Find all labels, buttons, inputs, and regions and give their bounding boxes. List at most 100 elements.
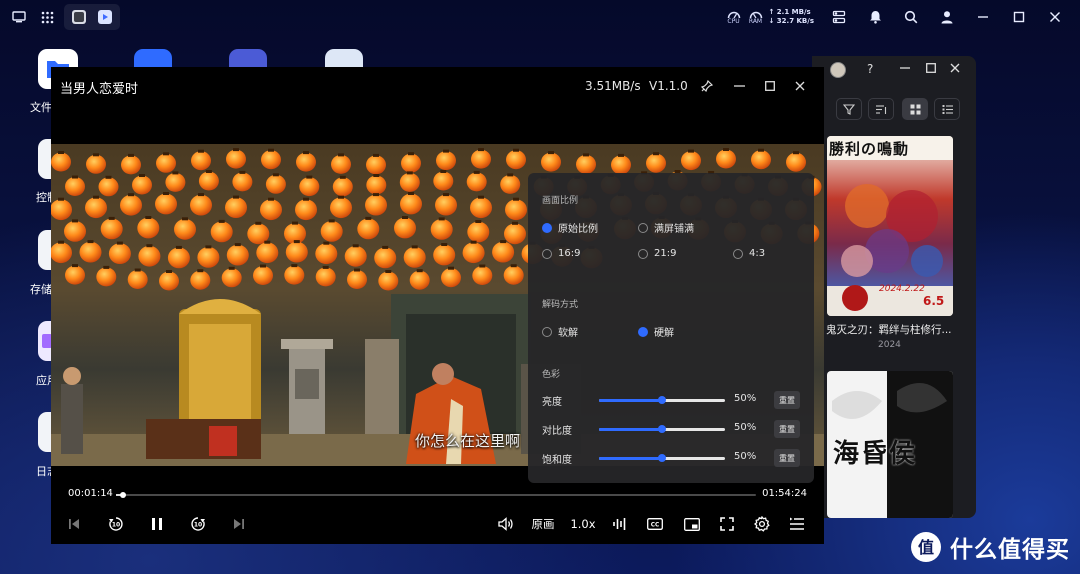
contrast-slider[interactable] bbox=[599, 425, 725, 433]
lantern-cap bbox=[618, 153, 624, 157]
lantern bbox=[121, 155, 141, 175]
aspect-option-4-3[interactable]: 4:3 bbox=[733, 248, 765, 259]
current-time: 00:01:14 bbox=[68, 488, 113, 499]
lantern-cap bbox=[291, 264, 298, 268]
decode-option-hardware[interactable]: 硬解 bbox=[638, 324, 674, 339]
server-status-icon[interactable] bbox=[828, 6, 850, 28]
radio-unselected bbox=[638, 248, 648, 259]
user-icon[interactable] bbox=[936, 6, 958, 28]
avatar[interactable] bbox=[830, 62, 846, 78]
poster1-title[interactable]: 鬼灭之刃：羁绊与柱修行... bbox=[826, 322, 966, 337]
playback-settings-panel: 画面比例 原始比例 满屏铺满 16:9 21:9 4:3 解码方式 软解 硬解 … bbox=[528, 173, 814, 483]
quality-button[interactable]: 原画 bbox=[529, 513, 557, 535]
video-title: 当男人恋爱时 bbox=[60, 82, 139, 97]
help-icon[interactable]: ? bbox=[867, 62, 873, 76]
watermark-text: 什么值得买 bbox=[950, 537, 1070, 563]
player-minimize-button[interactable] bbox=[728, 75, 750, 97]
lantern-cap bbox=[475, 220, 482, 223]
subtitles-button[interactable]: CC bbox=[645, 513, 665, 535]
next-button[interactable] bbox=[231, 513, 247, 535]
lantern-cap bbox=[292, 221, 298, 225]
task-video-player-icon[interactable] bbox=[94, 6, 116, 28]
lantern-cap bbox=[163, 192, 169, 195]
search-icon[interactable] bbox=[900, 6, 922, 28]
radio-unselected bbox=[638, 222, 648, 233]
audio-track-button[interactable] bbox=[611, 513, 629, 535]
playback-rate-button[interactable]: 1.0x bbox=[569, 513, 597, 535]
library-minimize-icon[interactable] bbox=[900, 67, 910, 69]
contrast-reset-button[interactable]: 重置 bbox=[774, 420, 800, 438]
lantern bbox=[506, 150, 526, 170]
maximize-icon[interactable] bbox=[1008, 6, 1030, 28]
fullscreen-button[interactable] bbox=[718, 513, 736, 535]
volume-button[interactable] bbox=[496, 513, 516, 535]
brightness-reset-button[interactable]: 重置 bbox=[774, 391, 800, 409]
forward-10-button[interactable]: 10 bbox=[189, 513, 207, 535]
contrast-slider-knob[interactable] bbox=[658, 425, 666, 433]
lantern bbox=[400, 193, 422, 215]
audio-waveform-icon bbox=[613, 518, 626, 530]
poster1-art-date: 2024.2.22 bbox=[879, 284, 925, 294]
fullscreen-icon bbox=[720, 517, 734, 531]
aspect-option-16-9[interactable]: 16:9 bbox=[542, 248, 580, 259]
brightness-slider[interactable] bbox=[599, 396, 725, 404]
lantern-cap bbox=[205, 245, 212, 249]
bell-icon[interactable] bbox=[864, 6, 886, 28]
watermark-badge-text: 值 bbox=[918, 538, 934, 557]
pause-button[interactable] bbox=[149, 513, 165, 535]
lantern-cap bbox=[365, 216, 372, 220]
lantern-cap bbox=[323, 241, 330, 245]
brightness-slider-knob[interactable] bbox=[658, 396, 666, 404]
saturation-slider-knob[interactable] bbox=[658, 454, 666, 462]
poster-demon-slayer[interactable]: 勝利の鳴動 2024.2.22 6.5 bbox=[827, 136, 953, 316]
lantern bbox=[394, 217, 416, 239]
pin-button[interactable] bbox=[696, 75, 718, 97]
lantern bbox=[357, 218, 380, 240]
saturation-slider[interactable] bbox=[599, 454, 725, 462]
pause-icon bbox=[152, 518, 162, 530]
playlist-button[interactable] bbox=[787, 513, 807, 535]
task-app-window-icon[interactable] bbox=[68, 6, 90, 28]
progress-knob[interactable] bbox=[120, 492, 127, 498]
poster1-art-num: 6.5 bbox=[923, 294, 945, 308]
settings-button[interactable] bbox=[752, 513, 772, 535]
lantern-cap bbox=[163, 152, 169, 156]
close-icon[interactable] bbox=[1044, 6, 1066, 28]
sort-button[interactable] bbox=[868, 98, 894, 120]
minimize-icon[interactable] bbox=[972, 6, 994, 28]
aspect-option-original[interactable]: 原始比例 bbox=[542, 220, 598, 235]
library-close-icon[interactable] bbox=[950, 63, 960, 73]
filter-button[interactable] bbox=[836, 98, 862, 120]
radio-selected bbox=[638, 326, 648, 337]
lantern-cap bbox=[408, 152, 414, 156]
show-desktop-icon[interactable] bbox=[8, 6, 30, 28]
player-maximize-button[interactable] bbox=[759, 75, 781, 97]
library-maximize-icon[interactable] bbox=[926, 63, 936, 73]
list-view-button[interactable] bbox=[934, 98, 960, 120]
lantern-cap bbox=[339, 175, 346, 179]
picture-in-picture-button[interactable] bbox=[682, 513, 702, 535]
progress-track[interactable] bbox=[116, 492, 756, 498]
brightness-label: 亮度 bbox=[542, 397, 562, 408]
grid-view-button[interactable] bbox=[902, 98, 928, 120]
rewind-10-button[interactable]: 10 bbox=[107, 513, 125, 535]
saturation-reset-button[interactable]: 重置 bbox=[774, 449, 800, 467]
aspect-option-21-9[interactable]: 21:9 bbox=[638, 248, 676, 259]
lantern bbox=[51, 152, 71, 172]
lantern bbox=[471, 149, 491, 169]
player-close-icon bbox=[795, 81, 805, 91]
saturation-value: 50% bbox=[734, 451, 757, 462]
lantern bbox=[436, 151, 456, 171]
player-close-button[interactable] bbox=[789, 75, 811, 97]
previous-button[interactable] bbox=[66, 513, 82, 535]
network-speed: ↑ 2.1 MB/s ↓ 32.7 KB/s bbox=[769, 8, 815, 26]
aspect-option-fill[interactable]: 满屏铺满 bbox=[638, 220, 694, 235]
decode-option-software[interactable]: 软解 bbox=[542, 324, 578, 339]
app-grid-icon[interactable] bbox=[36, 6, 58, 28]
lantern bbox=[315, 243, 338, 265]
poster-haihunhou[interactable]: 海昏侯 bbox=[827, 371, 953, 518]
lantern bbox=[504, 223, 526, 245]
saturation-label: 饱和度 bbox=[542, 455, 572, 466]
upload-speed: ↑ 2.1 MB/s bbox=[768, 8, 811, 16]
lantern-cap bbox=[338, 153, 344, 157]
